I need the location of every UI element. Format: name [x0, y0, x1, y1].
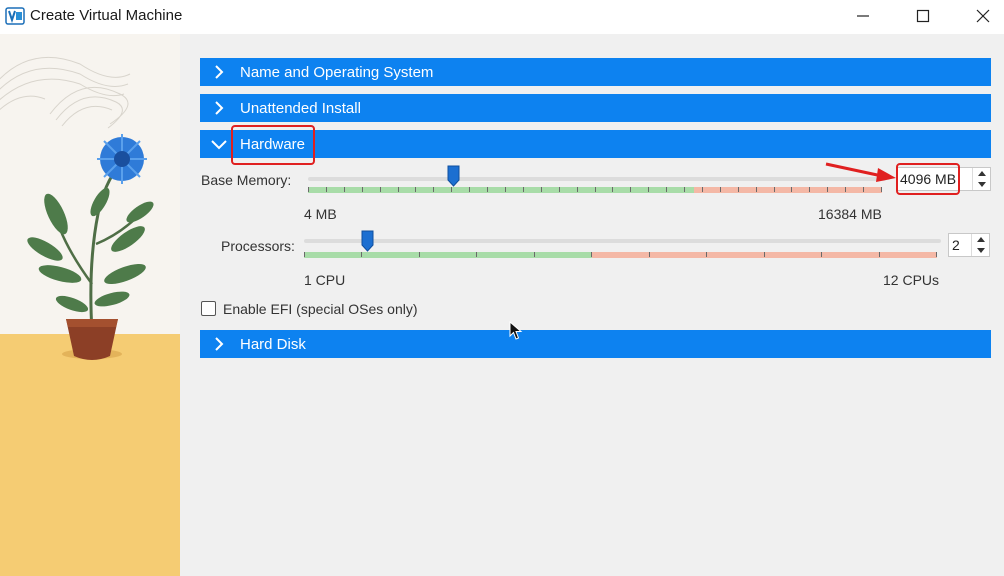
minimize-button[interactable]: [840, 0, 886, 32]
section-hard-disk[interactable]: Hard Disk: [200, 330, 991, 358]
processors-label: Processors:: [221, 238, 295, 254]
maximize-icon: [916, 9, 930, 23]
processors-slider-track[interactable]: [304, 239, 941, 243]
spin-up-icon[interactable]: [972, 234, 989, 245]
slider-tick: [649, 252, 650, 257]
slider-tick: [469, 187, 470, 192]
processors-min-label: 1 CPU: [304, 272, 346, 288]
base-memory-slider-track[interactable]: [308, 177, 886, 181]
title-bar: Create Virtual Machine: [0, 0, 1004, 34]
virtualbox-app-icon: [5, 7, 25, 25]
slider-tick: [612, 187, 613, 192]
slider-tick: [559, 187, 560, 192]
slider-tick: [577, 187, 578, 192]
base-memory-label: Base Memory:: [201, 172, 292, 188]
memory-value-highlight-box: [896, 163, 960, 195]
chevron-right-icon: [200, 58, 238, 86]
chevron-right-icon: [200, 330, 238, 358]
base-memory-min-label: 4 MB: [304, 206, 337, 222]
slider-tick: [362, 187, 363, 192]
slider-tick: [361, 252, 362, 257]
section-hardware[interactable]: Hardware: [200, 130, 991, 158]
slider-tick: [863, 187, 864, 192]
chevron-right-icon: [200, 94, 238, 122]
slider-tick: [702, 187, 703, 192]
slider-tick: [879, 252, 880, 257]
slider-tick: [398, 187, 399, 192]
hardware-highlight-box: [231, 125, 315, 165]
slider-tick: [451, 187, 452, 192]
slider-tick: [821, 252, 822, 257]
section-hard-disk-label: Hard Disk: [240, 335, 306, 353]
slider-tick: [630, 187, 631, 192]
slider-tick: [595, 187, 596, 192]
slider-tick: [415, 187, 416, 192]
slider-tick: [326, 187, 327, 192]
slider-tick: [756, 187, 757, 192]
wizard-illustration: [0, 34, 180, 576]
slider-tick: [304, 252, 305, 257]
red-arrow-icon: [825, 162, 896, 182]
slider-tick: [720, 187, 721, 192]
slider-tick: [523, 187, 524, 192]
slider-tick: [505, 187, 506, 192]
processors-value[interactable]: 2: [949, 237, 971, 253]
close-button[interactable]: [960, 0, 1004, 32]
slider-tick: [827, 187, 828, 192]
slider-tick: [433, 187, 434, 192]
slider-tick: [809, 187, 810, 192]
spin-down-icon[interactable]: [973, 179, 990, 190]
section-unattended-label: Unattended Install: [240, 99, 361, 117]
close-icon: [976, 9, 990, 23]
slider-tick: [738, 187, 739, 192]
maximize-button[interactable]: [900, 0, 946, 32]
base-memory-ticks: [308, 187, 882, 193]
slider-tick: [487, 187, 488, 192]
mouse-cursor-icon: [509, 321, 523, 340]
processors-slider-thumb[interactable]: [361, 230, 374, 252]
slider-tick: [541, 187, 542, 192]
processors-spinbox[interactable]: 2: [948, 233, 990, 257]
slider-tick: [534, 252, 535, 257]
enable-efi-checkbox[interactable]: [201, 301, 216, 316]
slider-tick: [380, 187, 381, 192]
slider-tick: [936, 252, 937, 257]
spin-down-icon[interactable]: [972, 245, 989, 256]
slider-tick: [684, 187, 685, 192]
slider-tick: [791, 187, 792, 192]
slider-tick: [666, 187, 667, 192]
slider-tick: [706, 252, 707, 257]
wizard-content: Name and Operating System Unattended Ins…: [180, 34, 1004, 576]
slider-tick: [764, 252, 765, 257]
slider-tick: [476, 252, 477, 257]
section-name-os-label: Name and Operating System: [240, 63, 434, 81]
slider-tick: [344, 187, 345, 192]
processors-ticks: [304, 252, 937, 258]
minimize-icon: [857, 15, 869, 17]
slider-tick: [308, 187, 309, 192]
slider-tick: [591, 252, 592, 257]
slider-tick: [774, 187, 775, 192]
section-name-os[interactable]: Name and Operating System: [200, 58, 991, 86]
processors-max-label: 12 CPUs: [883, 272, 940, 288]
slider-tick: [419, 252, 420, 257]
section-unattended-install[interactable]: Unattended Install: [200, 94, 991, 122]
potted-plant-illustration: [0, 34, 180, 576]
base-memory-slider-thumb[interactable]: [447, 165, 460, 187]
window-title: Create Virtual Machine: [30, 7, 183, 24]
enable-efi-label[interactable]: Enable EFI (special OSes only): [223, 301, 418, 317]
slider-tick: [845, 187, 846, 192]
base-memory-max-label: 16384 MB: [818, 206, 882, 222]
slider-tick: [648, 187, 649, 192]
spin-up-icon[interactable]: [973, 168, 990, 179]
slider-tick: [881, 187, 882, 192]
